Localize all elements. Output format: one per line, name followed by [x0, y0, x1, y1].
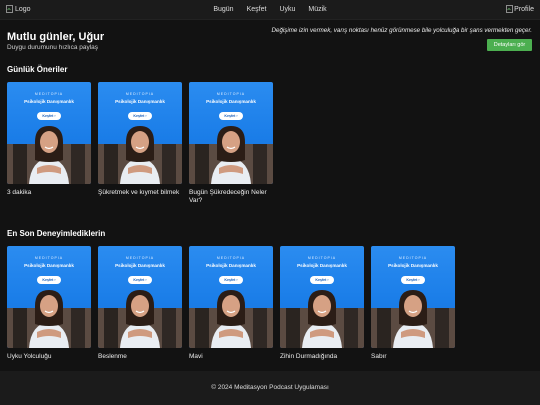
greeting-block: Mutlu günler, Uğur Duygu durumunu hızlıc… — [7, 31, 104, 51]
counselor-portrait-image — [189, 126, 273, 184]
thumbnail-brand: MEDITOPIA — [216, 256, 246, 260]
broken-image-icon — [506, 5, 514, 13]
card-thumbnail[interactable]: MEDITOPIA Psikolojik Danışmanlık Keşfet › — [189, 246, 273, 348]
counselor-portrait-image — [98, 126, 182, 184]
thumbnail-cta-label: Keşfet — [133, 114, 145, 118]
thumbnail-brand: MEDITOPIA — [398, 256, 428, 260]
counselor-portrait-image — [98, 290, 182, 348]
profile-alt-text: Profile — [514, 5, 534, 13]
section-title-recent: En Son Deneyimlediklerin — [7, 229, 106, 238]
thumbnail-cta-label: Keşfet — [224, 114, 236, 118]
daily-quote: Değişime izin vermek, varış noktası henü… — [271, 27, 532, 34]
footer-copyright: © 2024 Meditasyon Podcast Uygulaması — [211, 384, 329, 391]
card-thumbnail[interactable]: MEDITOPIA Psikolojik Danışmanlık Keşfet › — [7, 246, 91, 348]
card-label: Zihin Durmadığında — [280, 353, 338, 360]
top-navigation-bar: Logo Bugün Keşfet Uyku Müzik Profile — [0, 0, 540, 20]
card-label: Uyku Yolculuğu — [7, 353, 52, 360]
content-card[interactable]: MEDITOPIA Psikolojik Danışmanlık Keşfet › 3… — [7, 82, 91, 197]
thumbnail-brand: MEDITOPIA — [34, 92, 64, 96]
profile-link[interactable]: Profile — [506, 5, 534, 13]
card-label: Şükretmek ve kıymet bilmek — [98, 189, 180, 196]
thumbnail-cta-label: Keşfet — [42, 114, 54, 118]
thumbnail-cta-button[interactable]: Keşfet › — [128, 276, 152, 284]
card-label: 3 dakika — [7, 189, 32, 196]
content-card[interactable]: MEDITOPIA Psikolojik Danışmanlık Keşfet › B… — [189, 82, 273, 205]
thumbnail-brand: MEDITOPIA — [216, 92, 246, 96]
thumbnail-brand: MEDITOPIA — [34, 256, 64, 260]
thumbnail-brand: MEDITOPIA — [125, 92, 155, 96]
thumbnail-cta-button[interactable]: Keşfet › — [128, 112, 152, 120]
card-thumbnail[interactable]: MEDITOPIA Psikolojik Danışmanlık Keşfet › — [98, 246, 182, 348]
card-label: Sabır — [371, 353, 387, 360]
card-label: Bugün Şükredeceğin Neler Var? — [189, 189, 267, 204]
card-thumbnail[interactable]: MEDITOPIA Psikolojik Danışmanlık Keşfet › — [189, 82, 273, 184]
card-label: Mavi — [189, 353, 203, 360]
thumbnail-title: Psikolojik Danışmanlık — [24, 263, 74, 268]
card-label: Beslenme — [98, 353, 127, 360]
card-thumbnail[interactable]: MEDITOPIA Psikolojik Danışmanlık Keşfet › — [98, 82, 182, 184]
thumbnail-cta-button[interactable]: Keşfet › — [219, 276, 243, 284]
counselor-portrait-image — [189, 290, 273, 348]
content-card[interactable]: MEDITOPIA Psikolojik Danışmanlık Keşfet › M… — [189, 246, 273, 361]
thumbnail-title: Psikolojik Danışmanlık — [388, 263, 438, 268]
nav-item-bugun[interactable]: Bugün — [213, 6, 233, 13]
section-title-daily: Günlük Öneriler — [7, 65, 68, 74]
counselor-portrait-image — [7, 126, 91, 184]
counselor-portrait-image — [7, 290, 91, 348]
thumbnail-cta-button[interactable]: Keşfet › — [37, 276, 61, 284]
card-thumbnail[interactable]: MEDITOPIA Psikolojik Danışmanlık Keşfet › — [7, 82, 91, 184]
content-card[interactable]: MEDITOPIA Psikolojik Danışmanlık Keşfet › U… — [7, 246, 91, 361]
thumbnail-title: Psikolojik Danışmanlık — [24, 99, 74, 104]
card-thumbnail[interactable]: MEDITOPIA Psikolojik Danışmanlık Keşfet › — [280, 246, 364, 348]
content-card[interactable]: MEDITOPIA Psikolojik Danışmanlık Keşfet › S… — [371, 246, 455, 361]
thumbnail-title: Psikolojik Danışmanlık — [115, 99, 165, 104]
thumbnail-cta-button[interactable]: Keşfet › — [310, 276, 334, 284]
nav-item-uyku[interactable]: Uyku — [279, 6, 295, 13]
thumbnail-title: Psikolojik Danışmanlık — [297, 263, 347, 268]
thumbnail-brand: MEDITOPIA — [307, 256, 337, 260]
counselor-portrait-image — [280, 290, 364, 348]
thumbnail-cta-button[interactable]: Keşfet › — [401, 276, 425, 284]
content-card[interactable]: MEDITOPIA Psikolojik Danışmanlık Keşfet › Z… — [280, 246, 364, 361]
thumbnail-cta-label: Keşfet — [315, 278, 327, 282]
thumbnail-cta-label: Keşfet — [406, 278, 418, 282]
greeting-subtitle[interactable]: Duygu durumunu hızlıca paylaş — [7, 44, 104, 51]
nav-item-muzik[interactable]: Müzik — [308, 6, 326, 13]
thumbnail-cta-button[interactable]: Keşfet › — [219, 112, 243, 120]
nav-item-kesfet[interactable]: Keşfet — [247, 6, 267, 13]
greeting-title: Mutlu günler, Uğur — [7, 31, 105, 43]
footer: © 2024 Meditasyon Podcast Uygulaması — [0, 371, 540, 405]
details-button[interactable]: Detayları gör — [487, 39, 532, 51]
thumbnail-cta-label: Keşfet — [133, 278, 145, 282]
thumbnail-cta-label: Keşfet — [224, 278, 236, 282]
thumbnail-cta-button[interactable]: Keşfet › — [37, 112, 61, 120]
thumbnail-brand: MEDITOPIA — [125, 256, 155, 260]
thumbnail-cta-label: Keşfet — [42, 278, 54, 282]
thumbnail-title: Psikolojik Danışmanlık — [206, 99, 256, 104]
counselor-portrait-image — [371, 290, 455, 348]
main-nav: Bugün Keşfet Uyku Müzik — [0, 6, 540, 13]
thumbnail-title: Psikolojik Danışmanlık — [115, 263, 165, 268]
content-card[interactable]: MEDITOPIA Psikolojik Danışmanlık Keşfet › B… — [98, 246, 182, 361]
thumbnail-title: Psikolojik Danışmanlık — [206, 263, 256, 268]
content-card[interactable]: MEDITOPIA Psikolojik Danışmanlık Keşfet › Ş… — [98, 82, 182, 197]
card-thumbnail[interactable]: MEDITOPIA Psikolojik Danışmanlık Keşfet › — [371, 246, 455, 348]
